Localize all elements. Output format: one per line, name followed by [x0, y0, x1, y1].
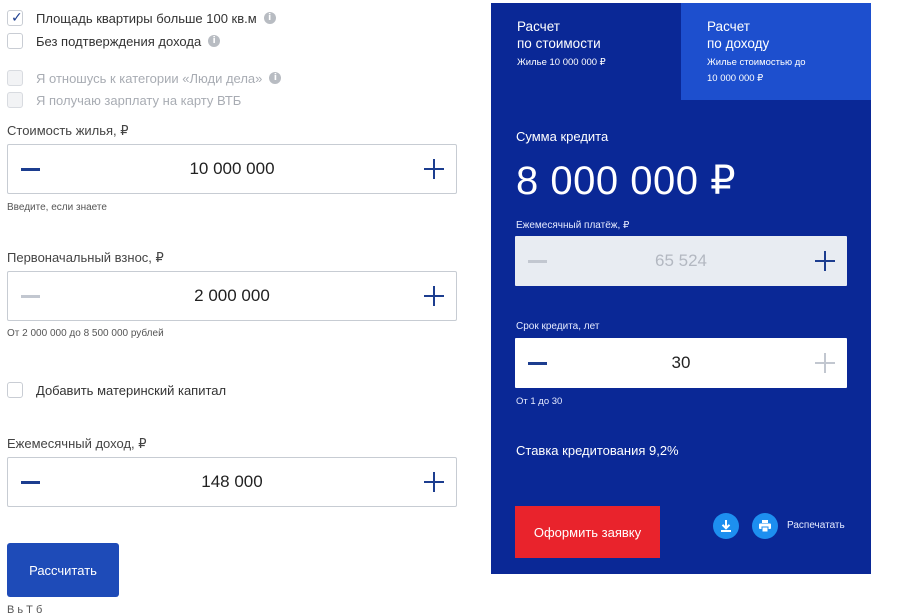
down-payment-decrease-button[interactable]: [8, 272, 52, 320]
info-icon[interactable]: i: [263, 12, 276, 24]
term-increase-button: [803, 339, 847, 387]
checkbox-row-no-income-proof[interactable]: Без подтверждения дохода i: [7, 32, 221, 50]
minus-icon: [20, 480, 40, 484]
tab-title-line1: Расчет: [517, 19, 560, 34]
down-payment-value[interactable]: 2 000 000: [52, 286, 412, 306]
tab-by-income[interactable]: Расчет по доходу Жилье стоимостью до 10 …: [681, 3, 871, 100]
monthly-payment-decrease-button: [515, 237, 559, 285]
credit-sum-label: Сумма кредита: [516, 129, 609, 144]
property-cost-value[interactable]: 10 000 000: [52, 159, 412, 179]
checkbox-row-maternity-capital[interactable]: Добавить материнский капитал: [7, 381, 226, 399]
term-hint: От 1 до 30: [516, 396, 563, 407]
checkbox-label: Я отношусь к категории «Люди дела»: [36, 70, 263, 86]
monthly-payment-value[interactable]: 65 524: [559, 251, 803, 271]
apply-button[interactable]: Оформить заявку: [515, 506, 660, 558]
plus-icon: [424, 472, 444, 492]
bottom-cut-text: В ь Т б: [7, 604, 43, 614]
monthly-income-decrease-button[interactable]: [8, 458, 52, 506]
tab-title-line2: по стоимости: [517, 36, 601, 51]
checkbox-area-over-100[interactable]: ✓: [7, 9, 23, 26]
plus-icon: [424, 159, 444, 179]
property-cost-decrease-button[interactable]: [8, 145, 52, 193]
term-stepper[interactable]: 30: [515, 338, 847, 388]
checkbox-vtb-salary: [7, 92, 23, 108]
down-payment-increase-button[interactable]: [412, 272, 456, 320]
minus-icon: [20, 294, 40, 298]
tab-by-cost[interactable]: Расчет по стоимости Жилье 10 000 000 ₽: [491, 3, 681, 100]
plus-icon: [815, 251, 835, 271]
checkbox-row-vtb-salary: Я получаю зарплату на карту ВТБ: [7, 91, 241, 109]
monthly-payment-stepper[interactable]: 65 524: [515, 236, 847, 286]
minus-icon: [20, 167, 40, 171]
interest-rate-text: Ставка кредитования 9,2%: [516, 443, 679, 458]
checkbox-no-income-proof[interactable]: [7, 33, 23, 49]
down-payment-stepper[interactable]: 2 000 000: [7, 271, 457, 321]
property-cost-hint: Введите, если знаете: [7, 202, 107, 213]
minus-icon: [527, 259, 547, 263]
checkbox-row-area-over-100[interactable]: ✓ Площадь квартиры больше 100 кв.м i: [7, 9, 276, 27]
monthly-income-label: Ежемесячный доход, ₽: [7, 436, 147, 451]
monthly-income-value[interactable]: 148 000: [52, 472, 412, 492]
term-value[interactable]: 30: [559, 353, 803, 373]
calculate-button[interactable]: Рассчитать: [7, 543, 119, 597]
monthly-payment-label: Ежемесячный платёж, ₽: [516, 220, 630, 231]
tab-subtitle-line1: Жилье стоимостью до: [707, 57, 806, 68]
plus-icon: [424, 286, 444, 306]
checkbox-label: Без подтверждения дохода: [36, 33, 202, 49]
checkbox-maternity-capital[interactable]: [7, 382, 23, 398]
info-icon[interactable]: i: [208, 35, 221, 47]
tab-subtitle-line2: 10 000 000 ₽: [707, 73, 764, 84]
property-cost-increase-button[interactable]: [412, 145, 456, 193]
download-icon[interactable]: [713, 513, 739, 539]
monthly-income-increase-button[interactable]: [412, 458, 456, 506]
checkbox-row-business-people: Я отношусь к категории «Люди дела» i: [7, 69, 282, 87]
checkmark-icon: ✓: [11, 9, 23, 25]
print-link[interactable]: Распечатать: [787, 520, 845, 531]
down-payment-hint: От 2 000 000 до 8 500 000 рублей: [7, 328, 164, 339]
minus-icon: [527, 361, 547, 365]
checkbox-label: Я получаю зарплату на карту ВТБ: [36, 92, 242, 108]
checkbox-label: Добавить материнский капитал: [36, 382, 227, 398]
checkbox-label: Площадь квартиры больше 100 кв.м: [36, 10, 257, 26]
tab-title-line2: по доходу: [707, 36, 770, 51]
printer-icon[interactable]: [752, 513, 778, 539]
down-payment-label: Первоначальный взнос, ₽: [7, 250, 164, 265]
term-label: Срок кредита, лет: [516, 321, 600, 332]
monthly-payment-increase-button[interactable]: [803, 237, 847, 285]
tab-title-line1: Расчет: [707, 19, 750, 34]
credit-sum-value: 8 000 000 ₽: [516, 159, 737, 203]
property-cost-stepper[interactable]: 10 000 000: [7, 144, 457, 194]
tab-subtitle: Жилье 10 000 000 ₽: [517, 57, 606, 68]
property-cost-label: Стоимость жилья, ₽: [7, 123, 129, 138]
info-icon[interactable]: i: [269, 72, 282, 84]
mortgage-result-panel: Расчет по стоимости Жилье 10 000 000 ₽ Р…: [491, 3, 871, 574]
plus-icon: [815, 353, 835, 373]
monthly-income-stepper[interactable]: 148 000: [7, 457, 457, 507]
checkbox-business-people: [7, 70, 23, 86]
term-decrease-button[interactable]: [515, 339, 559, 387]
